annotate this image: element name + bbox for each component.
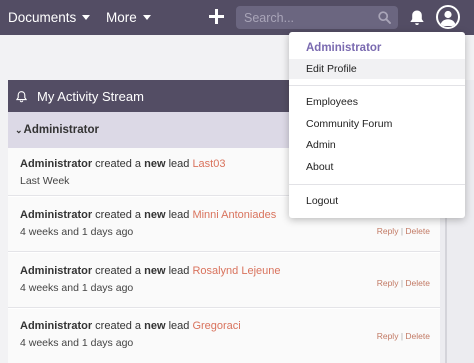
group-label: Administrator <box>23 124 99 136</box>
row-actions: Reply | Delete <box>377 331 430 341</box>
activity-actor: Administrator <box>20 209 93 221</box>
activity-row: Administrator created a new lead Rosalyn… <box>8 253 440 308</box>
chevron-down-icon <box>82 15 91 20</box>
activity-row: Administrator created a new lead Gregora… <box>8 309 440 363</box>
delete-link[interactable]: Delete <box>405 278 430 288</box>
activity-object-type: lead <box>165 209 193 221</box>
user-dropdown-menu: Administrator Edit Profile Employees Com… <box>289 32 465 218</box>
notification-bell-icon[interactable] <box>409 9 425 26</box>
top-navigation-bar: Documents More <box>0 0 474 35</box>
reply-link[interactable]: Reply <box>377 226 399 236</box>
activity-emphasis: new <box>144 320 166 332</box>
menu-item-employees[interactable]: Employees <box>289 92 465 112</box>
search-input[interactable] <box>236 6 376 29</box>
menu-item-logout[interactable]: Logout <box>289 191 465 211</box>
activity-actor: Administrator <box>20 320 93 332</box>
activity-verb: created a <box>92 158 145 170</box>
separator: | <box>400 226 404 236</box>
dashlet-title: My Activity Stream <box>37 88 144 104</box>
quick-create-plus-icon[interactable] <box>207 7 227 27</box>
delete-link[interactable]: Delete <box>405 331 430 341</box>
search-box <box>236 6 398 29</box>
search-icon[interactable] <box>378 11 391 24</box>
chevron-down-icon <box>142 15 151 20</box>
activity-text: Administrator created a new lead Last03 <box>20 158 225 170</box>
lead-link[interactable]: Rosalynd Lejeune <box>192 265 280 277</box>
activity-text: Administrator created a new lead Rosalyn… <box>20 265 281 277</box>
activity-text: Administrator created a new lead Gregora… <box>20 320 241 332</box>
lead-link[interactable]: Minni Antoniades <box>192 209 276 221</box>
menu-divider <box>289 184 465 185</box>
activity-time: Last Week <box>20 175 70 187</box>
lead-link[interactable]: Last03 <box>192 158 225 170</box>
menu-item-community-forum[interactable]: Community Forum <box>289 114 465 134</box>
user-icon <box>440 10 456 26</box>
nav-more-label: More <box>106 10 137 25</box>
lead-link[interactable]: Gregoraci <box>192 320 240 332</box>
nav-documents-label: Documents <box>8 10 77 25</box>
menu-divider <box>289 85 465 86</box>
reply-link[interactable]: Reply <box>377 331 399 341</box>
menu-item-edit-profile[interactable]: Edit Profile <box>289 59 465 79</box>
delete-link[interactable]: Delete <box>405 226 430 236</box>
activity-verb: created a <box>92 320 145 332</box>
activity-actor: Administrator <box>20 265 93 277</box>
row-actions: Reply | Delete <box>377 226 430 236</box>
activity-verb: created a <box>92 209 145 221</box>
row-actions: Reply | Delete <box>377 278 430 288</box>
scrollbar[interactable] <box>442 212 450 363</box>
activity-emphasis: new <box>144 209 166 221</box>
activity-emphasis: new <box>144 265 166 277</box>
activity-emphasis: new <box>144 158 166 170</box>
bell-icon <box>16 90 27 102</box>
activity-text: Administrator created a new lead Minni A… <box>20 209 276 221</box>
menu-item-admin[interactable]: Admin <box>289 135 465 155</box>
reply-link[interactable]: Reply <box>377 278 399 288</box>
activity-time: 4 weeks and 1 days ago <box>20 226 134 238</box>
user-menu-title: Administrator <box>306 42 382 54</box>
separator: | <box>400 278 404 288</box>
activity-object-type: lead <box>165 265 193 277</box>
activity-object-type: lead <box>165 320 193 332</box>
activity-object-type: lead <box>165 158 193 170</box>
separator: | <box>400 331 404 341</box>
user-avatar-button[interactable] <box>436 5 460 29</box>
activity-time: 4 weeks and 1 days ago <box>20 337 134 349</box>
activity-verb: created a <box>92 265 145 277</box>
chevron-down-icon: ⌄ <box>15 124 23 135</box>
nav-more-menu[interactable]: More <box>106 0 151 35</box>
nav-documents-menu[interactable]: Documents <box>8 0 91 35</box>
menu-item-about[interactable]: About <box>289 157 465 177</box>
activity-time: 4 weeks and 1 days ago <box>20 282 134 294</box>
activity-actor: Administrator <box>20 158 93 170</box>
